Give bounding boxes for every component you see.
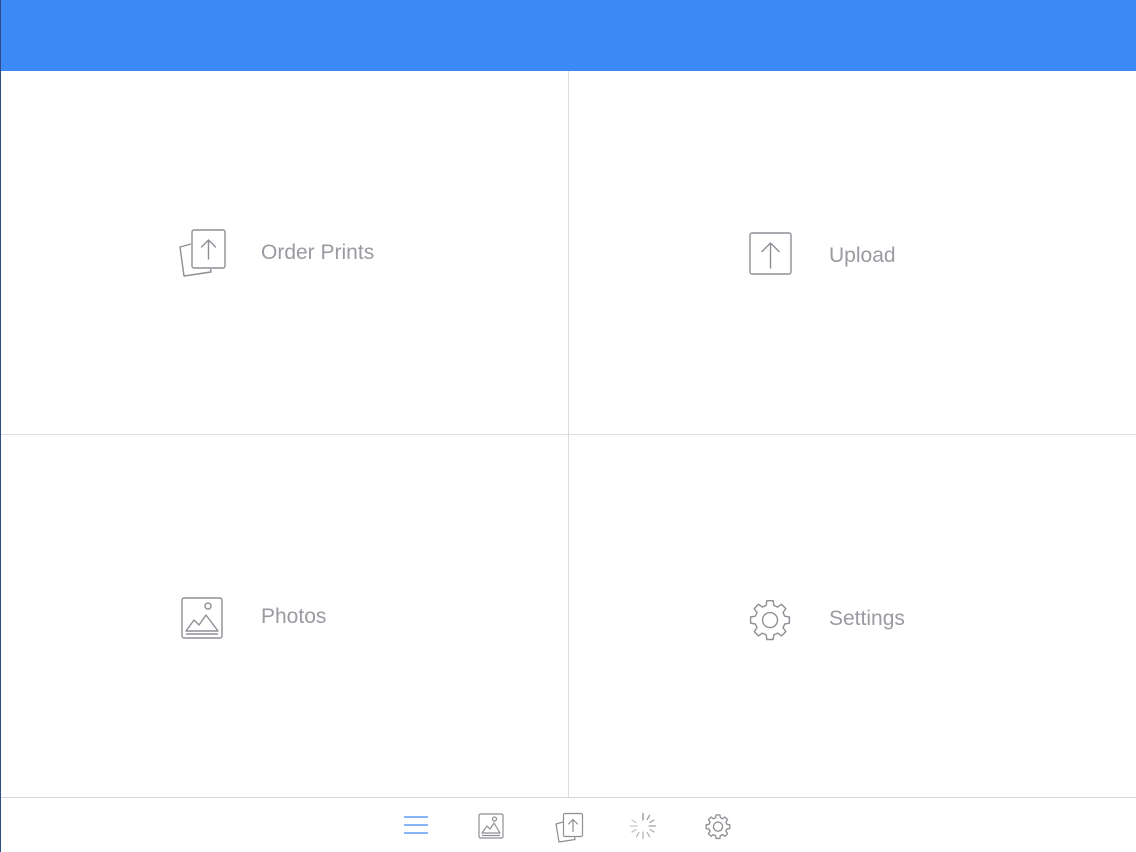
order-prints-icon [555, 812, 584, 843]
settings-gear-icon [705, 814, 731, 840]
tab-settings[interactable] [698, 798, 738, 852]
settings-label: Settings [829, 607, 905, 630]
tab-activity[interactable] [623, 798, 663, 852]
photos-label: Photos [261, 605, 327, 628]
photos-icon [181, 597, 223, 639]
app-window: Order Prints Upload Photos Settings [0, 0, 1136, 852]
menu-list-icon [404, 816, 428, 834]
tab-order-prints[interactable] [548, 798, 588, 852]
settings-tile[interactable]: Settings [569, 435, 1136, 797]
order-prints-label: Order Prints [261, 241, 375, 264]
order-prints-tile[interactable]: Order Prints [0, 71, 569, 435]
order-prints-icon [179, 229, 226, 277]
photos-tile[interactable]: Photos [0, 435, 569, 797]
upload-icon [749, 232, 792, 275]
bottom-tab-bar [0, 797, 1136, 852]
photos-icon [478, 813, 504, 839]
loading-spinner-icon [629, 812, 657, 840]
upload-tile[interactable]: Upload [569, 71, 1136, 435]
tab-photos[interactable] [471, 798, 511, 852]
home-tile-grid: Order Prints Upload Photos Settings [0, 71, 1136, 797]
tab-menu[interactable] [396, 798, 436, 852]
upload-label: Upload [829, 244, 896, 267]
settings-gear-icon [749, 600, 791, 641]
header-bar [0, 0, 1136, 71]
